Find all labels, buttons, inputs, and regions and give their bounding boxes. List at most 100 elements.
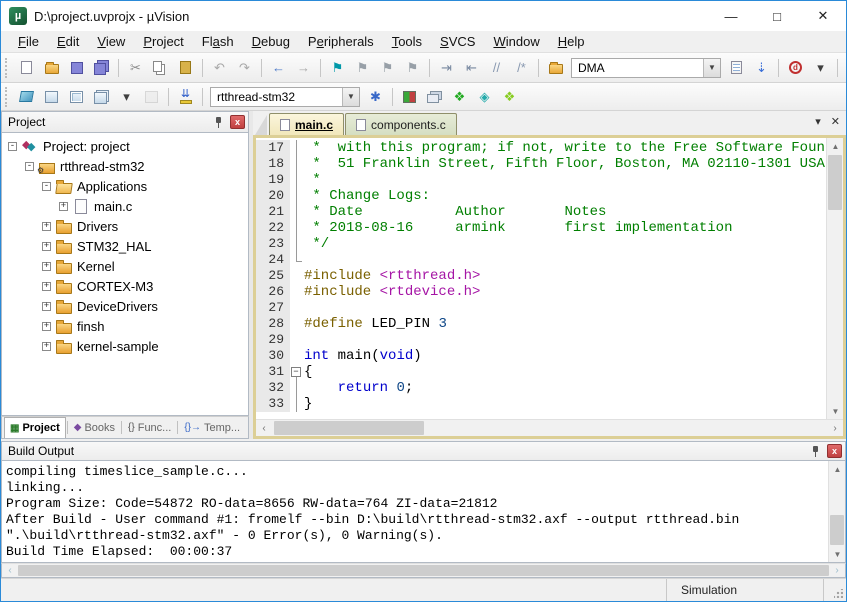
- menu-project[interactable]: Project: [134, 32, 192, 51]
- target-options-button[interactable]: ✱: [364, 86, 387, 108]
- pack-installer-button[interactable]: ❖: [448, 86, 471, 108]
- target-select-combo-arrow-icon[interactable]: ▼: [342, 88, 359, 106]
- unindent-button[interactable]: ⇤: [460, 57, 483, 79]
- clear-bookmarks-button[interactable]: ⚑: [401, 57, 424, 79]
- menu-tools[interactable]: Tools: [383, 32, 431, 51]
- tree-item-cortex-m3[interactable]: +CORTEX-M3: [2, 276, 248, 296]
- debug-dropdown-arrow[interactable]: ▾: [809, 57, 832, 79]
- manage-rte-button[interactable]: [398, 86, 421, 108]
- tab-project[interactable]: ▦Project: [4, 417, 66, 438]
- build-horizontal-scroll-thumb[interactable]: [18, 565, 829, 576]
- find-text-combo-arrow-icon[interactable]: ▼: [703, 59, 720, 77]
- tree-expander[interactable]: +: [59, 202, 68, 211]
- build-vertical-scroll-thumb[interactable]: [830, 515, 844, 545]
- batch-build-dropdown-arrow[interactable]: ▾: [115, 86, 138, 108]
- tab-components-c[interactable]: components.c: [345, 113, 457, 135]
- scroll-right-icon[interactable]: ›: [827, 420, 843, 437]
- download-button[interactable]: ⇊: [174, 86, 197, 108]
- uncomment-button[interactable]: /*: [510, 57, 533, 79]
- tree-expander[interactable]: +: [42, 302, 51, 311]
- tree-item-drivers[interactable]: +Drivers: [2, 216, 248, 236]
- navigate-forward-button[interactable]: →: [292, 57, 315, 79]
- editor-close-icon[interactable]: ✕: [831, 115, 840, 128]
- save-button[interactable]: [65, 57, 88, 79]
- cut-button[interactable]: ✂: [124, 57, 147, 79]
- menu-view[interactable]: View: [88, 32, 134, 51]
- maximize-button[interactable]: □: [754, 1, 800, 31]
- toolbar-grip[interactable]: [5, 87, 10, 107]
- tree-expander[interactable]: -: [42, 182, 51, 191]
- comment-button[interactable]: //: [485, 57, 508, 79]
- editor-vertical-scrollbar[interactable]: ▲ ▼: [826, 138, 843, 419]
- tree-item-stm32-hal[interactable]: +STM32_HAL: [2, 236, 248, 256]
- next-bookmark-button[interactable]: ⚑: [351, 57, 374, 79]
- project-panel-close-icon[interactable]: x: [230, 115, 245, 129]
- tab-main-c[interactable]: main.c: [269, 113, 344, 135]
- menu-edit[interactable]: Edit: [48, 32, 88, 51]
- close-button[interactable]: ✕: [800, 1, 846, 31]
- build-button[interactable]: [40, 86, 63, 108]
- tab-templates[interactable]: {}→Temp...: [179, 417, 245, 438]
- new-file-button[interactable]: [15, 57, 38, 79]
- menu-flash[interactable]: Flash: [193, 32, 243, 51]
- tree-expander[interactable]: +: [42, 262, 51, 271]
- scroll-up-icon[interactable]: ▲: [827, 138, 843, 154]
- start-stop-debug-button[interactable]: d: [784, 57, 807, 79]
- fold-collapse-icon[interactable]: −: [291, 367, 301, 377]
- select-packs-button[interactable]: ◈: [473, 86, 496, 108]
- build-pin-icon[interactable]: [809, 444, 823, 458]
- menu-file[interactable]: File: [9, 32, 48, 51]
- tree-item-rtthread-stm32[interactable]: -rtthread-stm32: [2, 156, 248, 176]
- target-select-combo[interactable]: rtthread-stm32▼: [210, 87, 360, 107]
- build-scroll-right-icon[interactable]: ›: [829, 564, 845, 577]
- indent-button[interactable]: ⇥: [435, 57, 458, 79]
- build-scroll-down-icon[interactable]: ▼: [829, 546, 846, 562]
- find-text-combo[interactable]: DMA▼: [571, 58, 721, 78]
- build-vertical-scrollbar[interactable]: ▲ ▼: [828, 461, 845, 562]
- code-editor[interactable]: 17 * with this program; if not, write to…: [256, 138, 826, 419]
- editor-horizontal-scrollbar[interactable]: ‹ ›: [256, 419, 843, 436]
- undo-button[interactable]: ↶: [208, 57, 231, 79]
- tab-books[interactable]: ◆Books: [69, 417, 120, 438]
- batch-build-button[interactable]: [90, 86, 113, 108]
- manage-books-button[interactable]: ❖: [498, 86, 521, 108]
- tree-item-kernel-sample[interactable]: +kernel-sample: [2, 336, 248, 356]
- toolbar-grip[interactable]: [5, 58, 10, 78]
- tree-expander[interactable]: -: [8, 142, 17, 151]
- tree-expander[interactable]: +: [42, 322, 51, 331]
- build-horizontal-scrollbar[interactable]: ‹ ›: [1, 563, 846, 578]
- rebuild-button[interactable]: [65, 86, 88, 108]
- navigate-back-button[interactable]: ←: [267, 57, 290, 79]
- fold-margin[interactable]: −: [290, 364, 304, 380]
- tree-expander[interactable]: +: [42, 222, 51, 231]
- build-scroll-left-icon[interactable]: ‹: [2, 564, 18, 577]
- tree-item-kernel[interactable]: +Kernel: [2, 256, 248, 276]
- manage-project-items-button[interactable]: [423, 86, 446, 108]
- tree-expander[interactable]: +: [42, 282, 51, 291]
- minimize-button[interactable]: —: [708, 1, 754, 31]
- tree-item-project-project[interactable]: -Project: project: [2, 136, 248, 156]
- tree-item-applications[interactable]: -Applications: [2, 176, 248, 196]
- vertical-scroll-thumb[interactable]: [828, 155, 842, 210]
- tree-expander[interactable]: -: [25, 162, 34, 171]
- copy-button[interactable]: [149, 57, 172, 79]
- menu-window[interactable]: Window: [484, 32, 548, 51]
- incremental-find-button[interactable]: ⇣: [750, 57, 773, 79]
- build-output-close-icon[interactable]: x: [827, 444, 842, 458]
- pin-icon[interactable]: [212, 115, 226, 129]
- build-scroll-up-icon[interactable]: ▲: [829, 461, 846, 477]
- redo-button[interactable]: ↷: [233, 57, 256, 79]
- horizontal-scroll-thumb[interactable]: [274, 421, 424, 435]
- find-in-files-button[interactable]: [544, 57, 567, 79]
- resize-grip[interactable]: [830, 585, 844, 599]
- tree-expander[interactable]: +: [42, 242, 51, 251]
- menu-debug[interactable]: Debug: [243, 32, 299, 51]
- tree-item-finsh[interactable]: +finsh: [2, 316, 248, 336]
- scroll-left-icon[interactable]: ‹: [256, 420, 272, 437]
- menu-help[interactable]: Help: [549, 32, 594, 51]
- tab-functions[interactable]: {}Func...: [123, 417, 176, 438]
- tree-item-devicedrivers[interactable]: +DeviceDrivers: [2, 296, 248, 316]
- stop-build-button[interactable]: [140, 86, 163, 108]
- translate-button[interactable]: [15, 86, 38, 108]
- open-file-button[interactable]: [40, 57, 63, 79]
